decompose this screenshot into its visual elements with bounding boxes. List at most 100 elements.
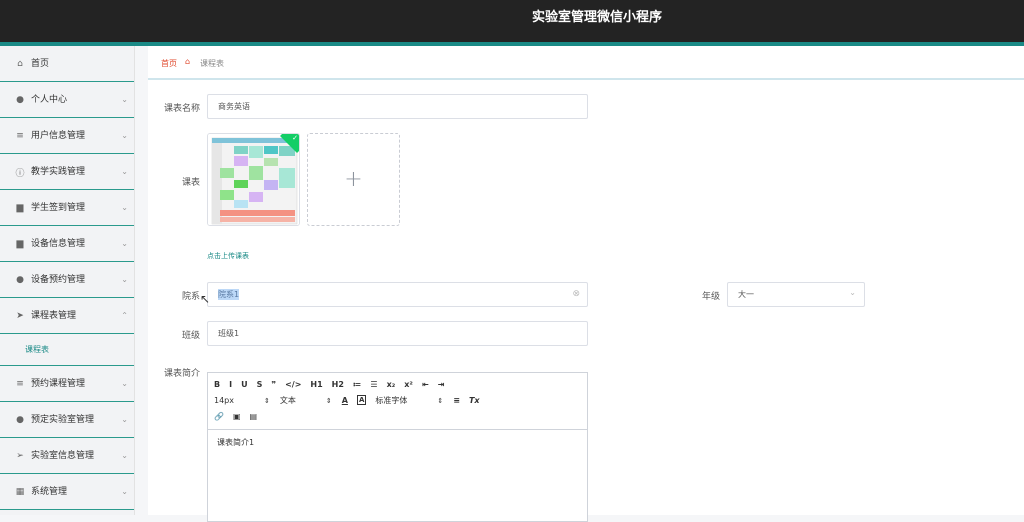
chevron-down-icon: ⌄ <box>121 203 128 212</box>
course-name-label: 课表名称 <box>163 104 200 114</box>
underline-button[interactable]: U <box>241 380 248 389</box>
grade-label: 年级 <box>701 292 720 302</box>
schedule-image <box>208 134 299 225</box>
sidebar-item[interactable]: ● 设备预约管理 ⌄ <box>0 262 134 298</box>
clear-format-icon[interactable]: Tx <box>469 396 480 405</box>
send-icon: ➤ <box>16 311 24 321</box>
sidebar-item[interactable]: ≡ 预约课程管理 ⌄ <box>0 366 134 402</box>
h1-button[interactable]: H1 <box>310 380 322 389</box>
editor-content[interactable]: 课表简介1 <box>208 430 587 455</box>
sidebar-item-label: 预定实验室管理 <box>31 415 95 425</box>
upload-add-button[interactable]: + <box>307 133 400 226</box>
clear-icon[interactable]: ⊗ <box>572 289 580 299</box>
link-icon[interactable]: 🔗 <box>214 412 224 421</box>
image-icon[interactable]: ▣ <box>233 412 241 421</box>
toolbar-row-1: B I U S ❞ </> H1 H2 ≔ ☰ x₂ x² ⇤ ⇥ <box>214 376 581 392</box>
quote-button[interactable]: ❞ <box>271 380 276 389</box>
background-color-button[interactable]: A <box>356 395 367 405</box>
toolbar-row-2: 14px ⇕ 文本 ⇕ A A 标准字体 ⇕ ≡ Tx <box>214 392 581 408</box>
check-icon: ✓ <box>292 134 298 142</box>
sidebar-item[interactable]: ⌂ 首页 <box>0 46 134 82</box>
sidebar-item[interactable]: ● 预定实验室管理 ⌄ <box>0 402 134 438</box>
chevron-down-icon: ⌄ <box>121 167 128 176</box>
grade-select[interactable]: 大一 ⌄ <box>727 282 865 307</box>
font-color-button[interactable]: A <box>342 396 348 405</box>
top-header: 实验室管理微信小程序 <box>0 0 1024 42</box>
class-input[interactable]: 班级1 <box>207 321 588 346</box>
class-label: 班级 <box>181 331 200 341</box>
schedule-thumbnail[interactable]: ✓ <box>207 133 300 226</box>
ordered-list-button[interactable]: ≔ <box>353 380 362 389</box>
sidebar-item-label: 设备预约管理 <box>31 275 86 285</box>
course-name-input[interactable]: 商务英语 <box>207 94 588 119</box>
sidebar-item[interactable]: ≡ 用户信息管理 ⌄ <box>0 118 134 154</box>
home-icon: ⌂ <box>185 57 191 66</box>
font-size-select[interactable]: 14px ⇕ <box>214 396 270 405</box>
location-icon: ➢ <box>16 451 24 461</box>
home-icon: ⌂ <box>17 59 23 69</box>
chevron-down-icon: ⌄ <box>849 288 856 297</box>
breadcrumb-home-link[interactable]: 首页 <box>161 58 177 69</box>
plus-icon: + <box>344 167 363 192</box>
outdent-button[interactable]: ⇤ <box>422 380 429 389</box>
sidebar-item-label: 课程表管理 <box>31 311 77 321</box>
editor-toolbar: B I U S ❞ </> H1 H2 ≔ ☰ x₂ x² ⇤ ⇥ 14px ⇕ 文本 ⇕ A A 标准字体 ⇕… <box>208 373 587 430</box>
breadcrumb-current: 课程表 <box>200 59 224 68</box>
superscript-button[interactable]: x² <box>404 380 413 389</box>
breadcrumb: 首页 ⌂ 课程表 <box>148 46 1024 80</box>
sidebar-item-label: 首页 <box>31 59 50 69</box>
list-icon: ≡ <box>16 131 24 141</box>
app-title: 实验室管理微信小程序 <box>531 10 662 25</box>
video-icon[interactable]: ▤ <box>250 412 258 421</box>
text-type-select[interactable]: 文本 ⇕ <box>280 395 332 406</box>
code-button[interactable]: </> <box>285 380 301 389</box>
chevron-down-icon: ⌄ <box>121 95 128 104</box>
chevron-down-icon: ⌄ <box>121 131 128 140</box>
sidebar-item[interactable]: ▆ 学生签到管理 ⌄ <box>0 190 134 226</box>
toolbar-row-3: 🔗 ▣ ▤ <box>214 408 581 424</box>
sidebar-item[interactable]: ▦ 系统管理 ⌄ <box>0 474 134 510</box>
chevron-down-icon: ⌄ <box>121 415 128 424</box>
sidebar-item-label: 实验室信息管理 <box>31 451 95 461</box>
sidebar-item-label: 个人中心 <box>31 95 68 105</box>
sidebar-item-label: 预约课程管理 <box>31 379 86 389</box>
bullet-list-button[interactable]: ☰ <box>370 380 377 389</box>
sidebar: ⌂ 首页 ● 个人中心 ⌄ ≡ 用户信息管理 ⌄ ⓘ 教学实践管理 ⌄ ▆ 学生签到管理 ⌄ ▆ 设备信息管理… <box>0 46 135 515</box>
intro-label: 课表简介 <box>163 369 200 379</box>
sidebar-item-label: 教学实践管理 <box>31 167 86 177</box>
sidebar-item-label: 设备信息管理 <box>31 239 86 249</box>
indent-button[interactable]: ⇥ <box>438 380 445 389</box>
sidebar-item-label: 学生签到管理 <box>31 203 86 213</box>
mouse-cursor-icon: ↖ <box>200 292 211 306</box>
department-input[interactable]: 院系1 ⊗ <box>207 282 588 307</box>
chevron-down-icon: ⌄ <box>121 487 128 496</box>
sidebar-item[interactable]: ▆ 设备信息管理 ⌄ <box>0 226 134 262</box>
italic-button[interactable]: I <box>229 380 232 389</box>
printer-icon: ▆ <box>16 203 24 213</box>
department-value: 院系1 <box>218 289 240 300</box>
sidebar-item[interactable]: ⓘ 教学实践管理 ⌄ <box>0 154 134 190</box>
main-content: 首页 ⌂ 课程表 课表名称 商务英语 课表 ✓ + 点击上传课表 院系 院系1 … <box>148 46 1024 522</box>
sidebar-item[interactable]: ➢ 实验室信息管理 ⌄ <box>0 438 134 474</box>
sidebar-item-label: 用户信息管理 <box>31 131 86 141</box>
font-family-select[interactable]: 标准字体 ⇕ <box>375 395 443 406</box>
subscript-button[interactable]: x₂ <box>387 380 396 389</box>
chevron-down-icon: ⌄ <box>121 239 128 248</box>
h2-button[interactable]: H2 <box>332 380 344 389</box>
sidebar-subitem[interactable]: 课程表 <box>0 334 134 366</box>
grade-value: 大一 <box>738 290 754 299</box>
info-circle-icon: ⓘ <box>15 168 25 179</box>
user-icon: ● <box>16 415 24 425</box>
user-icon: ● <box>16 275 24 285</box>
strike-button[interactable]: S <box>257 380 263 389</box>
chevron-down-icon: ⌄ <box>121 379 128 388</box>
chevron-down-icon: ⌄ <box>121 275 128 284</box>
chat-icon: ▆ <box>16 239 24 249</box>
upload-hint: 点击上传课表 <box>207 252 249 260</box>
align-icon[interactable]: ≡ <box>453 396 460 405</box>
bold-button[interactable]: B <box>214 380 220 389</box>
grid-icon: ▦ <box>15 487 25 497</box>
sidebar-item[interactable]: ➤ 课程表管理 ⌃ <box>0 298 134 334</box>
schedule-label: 课表 <box>181 178 200 188</box>
sidebar-item[interactable]: ● 个人中心 ⌄ <box>0 82 134 118</box>
